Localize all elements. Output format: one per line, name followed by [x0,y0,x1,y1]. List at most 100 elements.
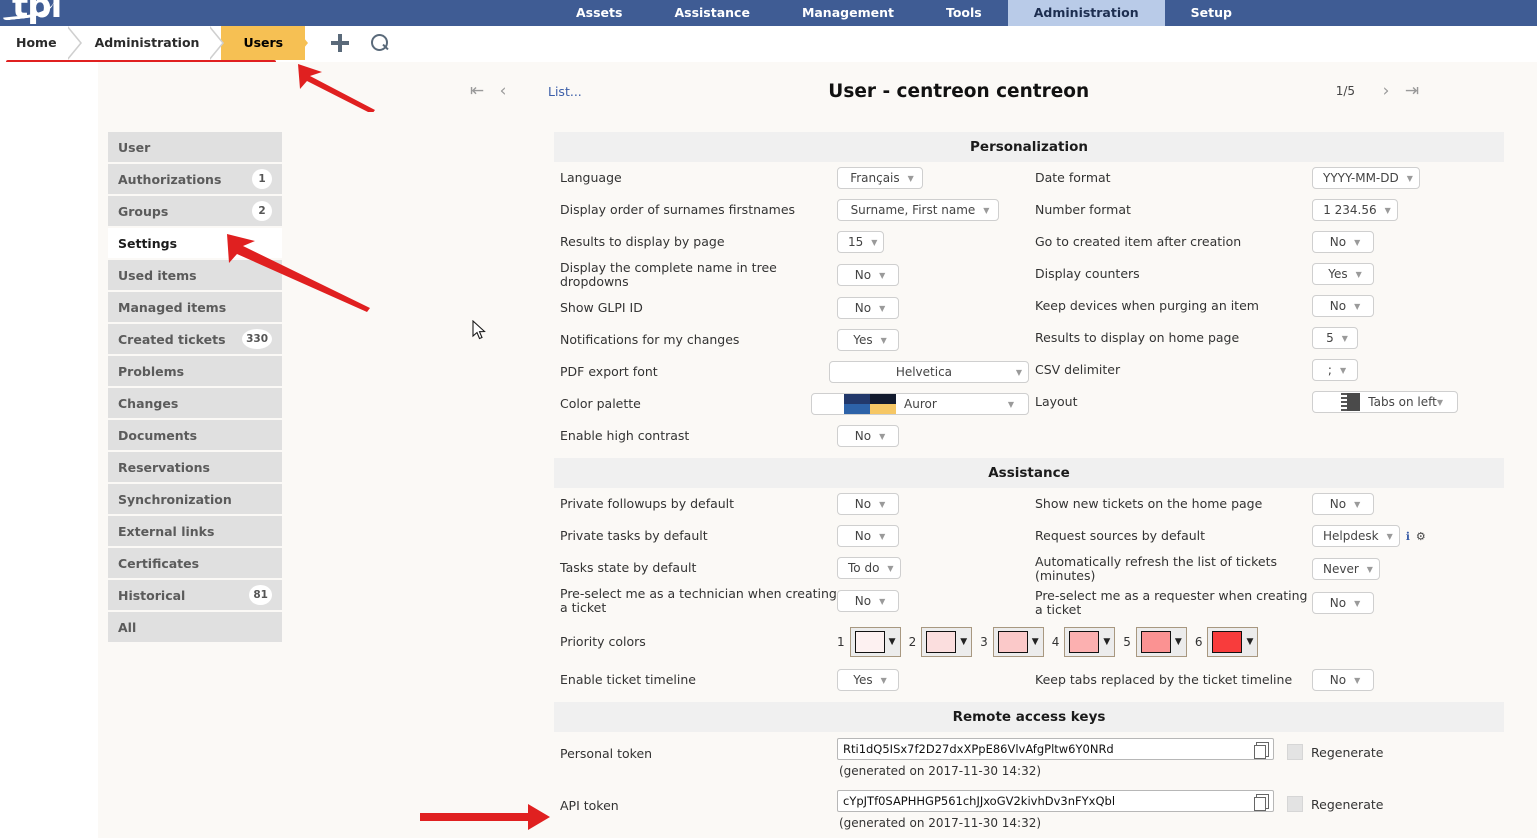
tab-synchronization[interactable]: Synchronization [108,484,282,514]
language-select[interactable]: Français ▼ [837,167,923,189]
list-link[interactable]: List... [548,84,582,99]
tab-historical[interactable]: Historical 81 [108,580,282,610]
select-value: Yes [849,673,880,687]
tab-problems[interactable]: Problems [108,356,282,386]
results-per-page-select[interactable]: 15 ▼ [837,231,884,253]
priority-color-picker[interactable]: ▼ [993,627,1044,657]
regenerate-checkbox[interactable] [1287,796,1303,812]
auto-refresh-select[interactable]: Never ▼ [1312,558,1380,580]
priority-color-picker[interactable]: ▼ [850,627,901,657]
topnav-item-setup[interactable]: Setup [1165,0,1258,26]
chevron-down-icon: ▼ [1367,565,1373,574]
first-page-icon[interactable]: ⇤ [464,81,490,101]
tab-changes[interactable]: Changes [108,388,282,418]
topnav-item-management[interactable]: Management [776,0,920,26]
number-format-select[interactable]: 1 234.56 ▼ [1312,199,1398,221]
search-icon[interactable] [371,34,389,52]
personalization-left-column: Language Français ▼ Display order of sur… [554,162,1029,452]
priority-color-picker[interactable]: ▼ [1136,627,1187,657]
regenerate-checkbox[interactable] [1287,744,1303,760]
tab-managed-items[interactable]: Managed items [108,292,282,322]
timeline-right: Keep tabs replaced by the ticket timelin… [1029,664,1504,696]
page-title: User - centreon centreon [582,81,1336,102]
home-results-select[interactable]: 5 ▼ [1312,327,1358,349]
gear-icon[interactable]: ⚙ [1416,530,1426,543]
display-counters-select[interactable]: Yes ▼ [1312,263,1374,285]
priority-color-picker[interactable]: ▼ [1064,627,1115,657]
chevron-down-icon: ▼ [1387,532,1393,541]
field-show-glpi-id: Show GLPI ID No ▼ [554,292,1029,324]
keep-tabs-select[interactable]: No ▼ [1312,669,1374,691]
field-request-sources: Request sources by default Helpdesk ▼ ℹ … [1029,520,1504,552]
tab-all[interactable]: All [108,612,282,642]
surname-order-select[interactable]: Surname, First name ▼ [837,199,999,221]
field-label: Go to created item after creation [1029,235,1312,249]
copy-icon[interactable] [1256,742,1269,757]
new-tickets-home-select[interactable]: No ▼ [1312,493,1374,515]
last-page-icon[interactable]: ⇥ [1399,81,1425,101]
tasks-state-select[interactable]: To do ▼ [837,557,901,579]
assistance-right-column: Show new tickets on the home page No ▼ R… [1029,488,1504,620]
request-sources-select[interactable]: Helpdesk ▼ [1312,525,1400,547]
plus-icon[interactable] [331,34,349,52]
tab-settings[interactable]: Settings [108,228,282,258]
topnav-item-assets[interactable]: Assets [550,0,648,26]
color-palette-select[interactable]: Auror ▼ [811,393,1029,415]
field-label: Results to display by page [554,235,837,249]
app-logo[interactable]: tpi [0,0,550,26]
breadcrumb-item-users[interactable]: Users [221,26,305,60]
select-value: Helpdesk [1319,529,1387,543]
tab-created-tickets[interactable]: Created tickets 330 [108,324,282,354]
tab-documents[interactable]: Documents [108,420,282,450]
field-home-results: Results to display on home page 5 ▼ [1029,322,1504,354]
tree-dropdown-select[interactable]: No ▼ [837,264,899,286]
csv-delimiter-select[interactable]: ; ▼ [1312,359,1358,381]
chevron-down-icon: ▼ [879,304,885,313]
topnav-item-administration[interactable]: Administration [1008,0,1165,26]
regenerate-label: Regenerate [1311,745,1383,760]
api-token-input[interactable]: cYpJTf0SAPHHGP561chJJxoGV2kivhDv3nFYxQbl [837,790,1274,812]
next-page-icon[interactable]: › [1373,81,1399,101]
field-notifications-my-changes: Notifications for my changes Yes ▼ [554,324,1029,356]
tab-used-items[interactable]: Used items [108,260,282,290]
chevron-down-icon: ▼ [887,564,893,573]
topnav-item-tools[interactable]: Tools [920,0,1008,26]
breadcrumb-item-home[interactable]: Home [0,26,79,60]
preselect-requester-select[interactable]: No ▼ [1312,592,1374,614]
notifications-select[interactable]: Yes ▼ [837,329,899,351]
previous-page-icon[interactable]: ‹ [490,81,516,101]
priority-color-picker[interactable]: ▼ [921,627,972,657]
priority-color-picker[interactable]: ▼ [1207,627,1258,657]
tab-external-links[interactable]: External links [108,516,282,546]
tab-groups[interactable]: Groups 2 [108,196,282,226]
chevron-down-icon: ▼ [879,532,885,541]
palette-swatch-icon [844,394,896,414]
layout-select[interactable]: Tabs on left ▼ [1312,391,1458,413]
goto-created-select[interactable]: No ▼ [1312,231,1374,253]
show-glpi-id-select[interactable]: No ▼ [837,297,899,319]
enable-timeline-select[interactable]: Yes ▼ [837,669,899,691]
private-followups-select[interactable]: No ▼ [837,493,899,515]
select-value: No [1326,235,1354,249]
preselect-technician-select[interactable]: No ▼ [837,590,899,612]
field-preselect-requester: Pre-select me as a requester when creati… [1029,586,1504,620]
info-icon[interactable]: ℹ [1406,530,1410,543]
personal-token-input[interactable]: Rti1dQ5ISx7f2D27dxXPpE86VlvAfgPltw6Y0NRd [837,738,1274,760]
date-format-select[interactable]: YYYY-MM-DD ▼ [1312,167,1420,189]
copy-icon[interactable] [1256,794,1269,809]
keep-devices-select[interactable]: No ▼ [1312,295,1374,317]
chevron-down-icon: ▼ [871,238,877,247]
tab-certificates[interactable]: Certificates [108,548,282,578]
private-tasks-select[interactable]: No ▼ [837,525,899,547]
priority-color-6: 6 ▼ [1195,627,1259,657]
priority-color-group: 1 ▼ 2 ▼ 3 [837,627,1258,657]
tab-reservations[interactable]: Reservations [108,452,282,482]
breadcrumb-item-administration[interactable]: Administration [79,26,222,60]
tab-authorizations[interactable]: Authorizations 1 [108,164,282,194]
topnav-item-assistance[interactable]: Assistance [648,0,775,26]
pdf-font-select[interactable]: Helvetica ▼ [829,361,1029,383]
priority-number: 5 [1123,635,1131,649]
tab-user[interactable]: User [108,132,282,162]
select-value: No [1326,596,1354,610]
high-contrast-select[interactable]: No ▼ [837,425,899,447]
